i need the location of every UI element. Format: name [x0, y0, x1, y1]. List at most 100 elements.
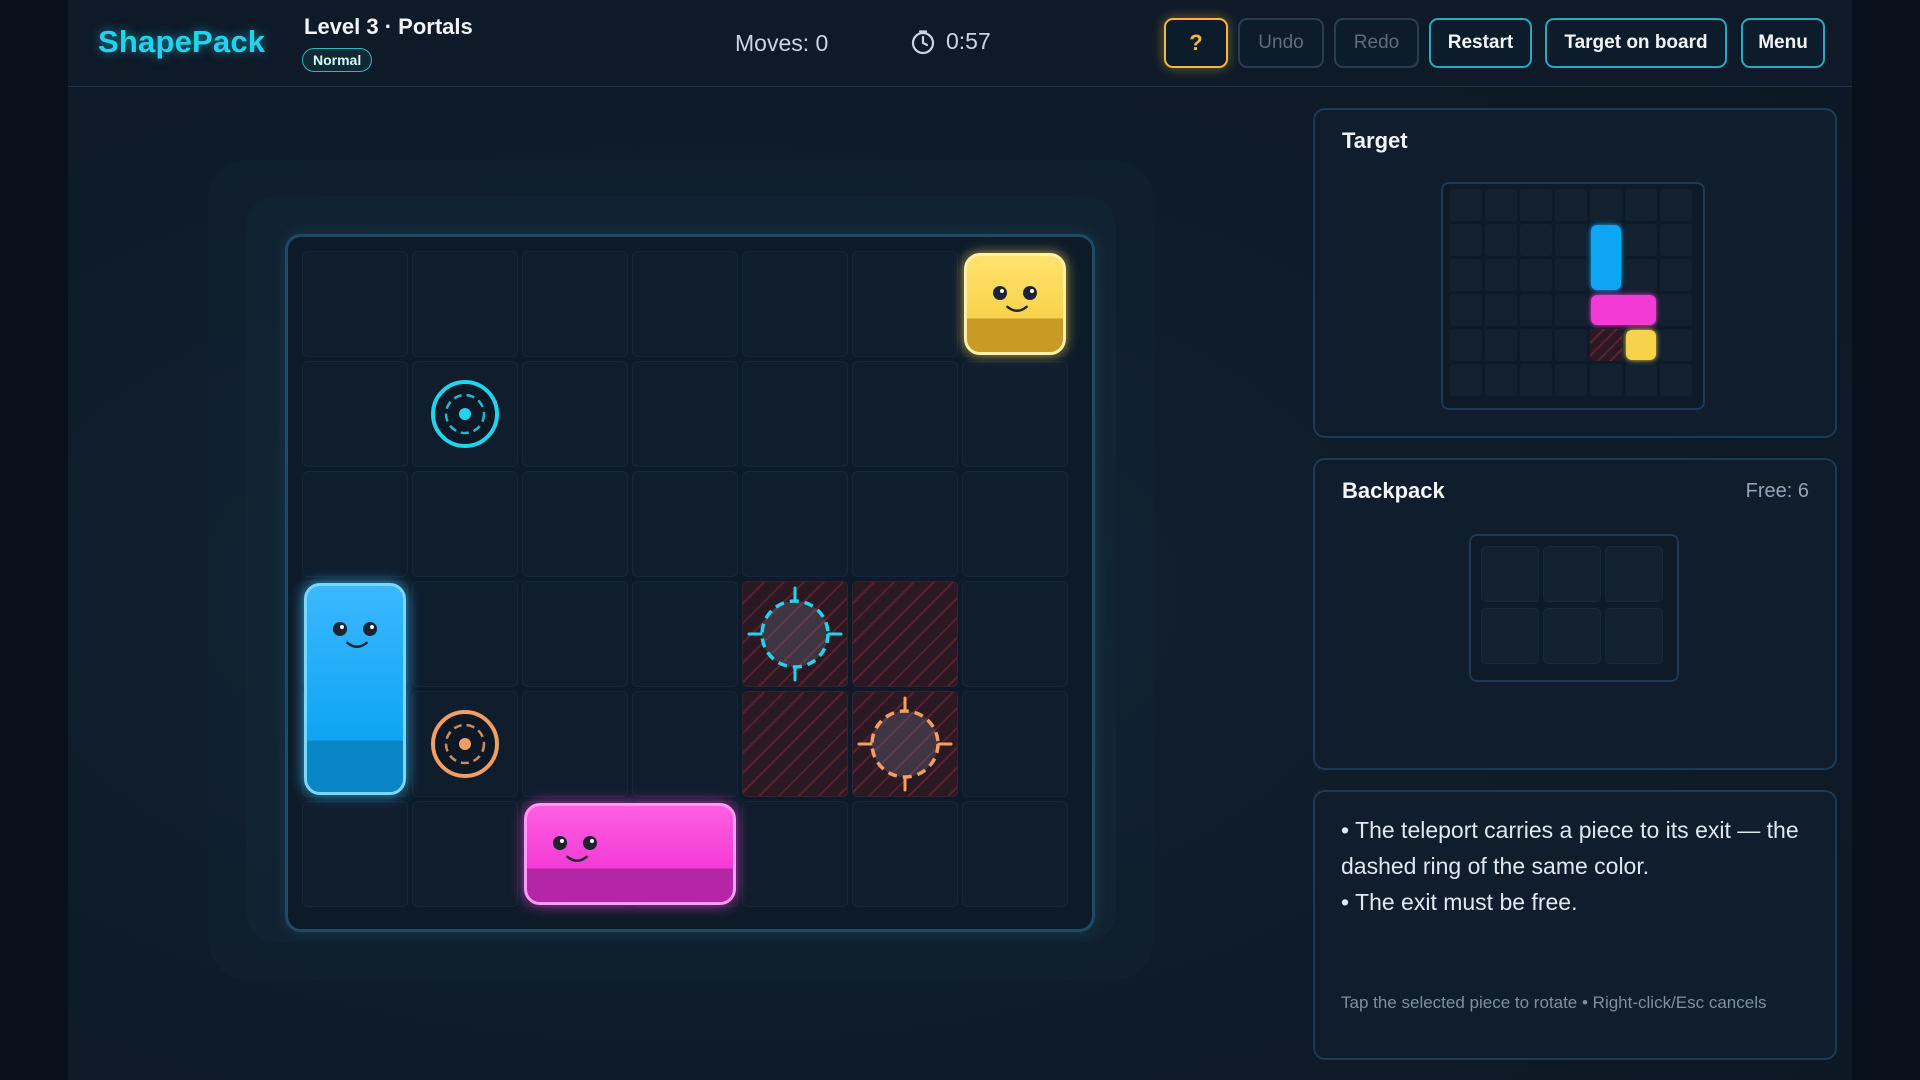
board-cell[interactable] — [302, 471, 408, 577]
target-cell — [1555, 259, 1587, 291]
timer: 0:57 — [910, 28, 991, 55]
board-cell[interactable] — [412, 251, 518, 357]
blue-piece[interactable] — [304, 583, 406, 795]
board-cell[interactable] — [962, 581, 1068, 687]
target-cell — [1625, 364, 1657, 396]
board-cell[interactable] — [632, 581, 738, 687]
backpack-slot[interactable] — [1481, 546, 1539, 602]
backpack-grid[interactable] — [1469, 534, 1679, 682]
target-title: Target — [1342, 128, 1408, 153]
target-cell — [1520, 329, 1552, 361]
target-cell — [1555, 329, 1587, 361]
target-cell — [1450, 189, 1482, 221]
help-button[interactable]: ? — [1164, 18, 1228, 68]
target-on-board-button[interactable]: Target on board — [1545, 18, 1727, 68]
backpack-title: Backpack — [1342, 478, 1445, 503]
portal-entry-icon — [431, 710, 499, 778]
board-cell[interactable] — [302, 361, 408, 467]
board-cell[interactable] — [522, 251, 628, 357]
target-cell — [1555, 364, 1587, 396]
backpack-slot[interactable] — [1481, 608, 1539, 664]
target-cell — [1520, 294, 1552, 326]
target-cell — [1520, 189, 1552, 221]
board-cell[interactable] — [632, 251, 738, 357]
target-piece — [1591, 225, 1621, 290]
backpack-slot[interactable] — [1543, 608, 1601, 664]
board-cell[interactable] — [522, 361, 628, 467]
target-cell — [1555, 224, 1587, 256]
target-piece — [1626, 330, 1656, 360]
difficulty-badge: Normal — [302, 48, 373, 72]
target-cell — [1590, 189, 1622, 221]
target-cell — [1485, 189, 1517, 221]
restart-button[interactable]: Restart — [1429, 18, 1532, 68]
redo-button[interactable]: Redo — [1334, 18, 1419, 68]
target-preview — [1441, 182, 1705, 410]
game-board[interactable] — [285, 234, 1095, 932]
target-cell — [1520, 364, 1552, 396]
board-cell[interactable] — [302, 251, 408, 357]
target-cell — [1660, 329, 1692, 361]
board-cell[interactable] — [742, 361, 848, 467]
board-cell[interactable] — [962, 361, 1068, 467]
board-cell[interactable] — [852, 251, 958, 357]
board-cell[interactable] — [522, 581, 628, 687]
target-cell — [1450, 224, 1482, 256]
board-cell[interactable] — [742, 251, 848, 357]
board-cell[interactable] — [632, 361, 738, 467]
app-logo: ShapePack — [98, 24, 266, 59]
board-cell[interactable] — [632, 471, 738, 577]
undo-button[interactable]: Undo — [1238, 18, 1324, 68]
backpack-slot[interactable] — [1605, 608, 1663, 664]
board-cell[interactable] — [302, 801, 408, 907]
portal-entry-icon — [431, 380, 499, 448]
target-cell — [1485, 224, 1517, 256]
board-cell[interactable] — [962, 691, 1068, 797]
controls-hint: Tap the selected piece to rotate • Right… — [1341, 993, 1767, 1012]
board-cell[interactable] — [522, 471, 628, 577]
backpack-slot[interactable] — [1543, 546, 1601, 602]
target-cell — [1625, 259, 1657, 291]
piece-face — [989, 282, 1059, 332]
target-panel: Target — [1313, 108, 1837, 438]
pink-piece[interactable] — [524, 803, 736, 905]
board-cell[interactable] — [742, 471, 848, 577]
board-cell[interactable] — [632, 691, 738, 797]
menu-button[interactable]: Menu — [1741, 18, 1825, 68]
target-cell — [1625, 224, 1657, 256]
right-margin — [1852, 0, 1920, 1080]
backpack-panel: Backpack Free: 6 — [1313, 458, 1837, 770]
target-cell — [1520, 224, 1552, 256]
target-cell — [1485, 329, 1517, 361]
target-cell — [1520, 259, 1552, 291]
blocked-cell[interactable] — [742, 691, 848, 797]
hint-line-2: • The exit must be free. — [1341, 889, 1578, 915]
target-cell — [1660, 259, 1692, 291]
board-cell[interactable] — [852, 361, 958, 467]
blocked-cell[interactable] — [852, 581, 958, 687]
board-cell[interactable] — [962, 471, 1068, 577]
target-cell — [1660, 294, 1692, 326]
board-cell[interactable] — [962, 801, 1068, 907]
board-cell[interactable] — [412, 581, 518, 687]
board-cell[interactable] — [522, 691, 628, 797]
target-cell — [1450, 329, 1482, 361]
yellow-piece[interactable] — [964, 253, 1066, 355]
target-cell — [1625, 189, 1657, 221]
backpack-slot[interactable] — [1605, 546, 1663, 602]
target-cell — [1590, 364, 1622, 396]
target-cell — [1660, 224, 1692, 256]
board-cell[interactable] — [412, 801, 518, 907]
piece-face — [329, 618, 399, 668]
target-cell — [1660, 364, 1692, 396]
moves-counter: Moves: 0 — [735, 30, 829, 56]
board-cell[interactable] — [852, 801, 958, 907]
board-cell[interactable] — [742, 801, 848, 907]
target-cell — [1485, 364, 1517, 396]
target-cell — [1660, 189, 1692, 221]
timer-value: 0:57 — [946, 28, 991, 54]
piece-face — [549, 832, 619, 882]
board-cell[interactable] — [412, 471, 518, 577]
level-title: Level 3 · Portals — [304, 14, 473, 39]
board-cell[interactable] — [852, 471, 958, 577]
